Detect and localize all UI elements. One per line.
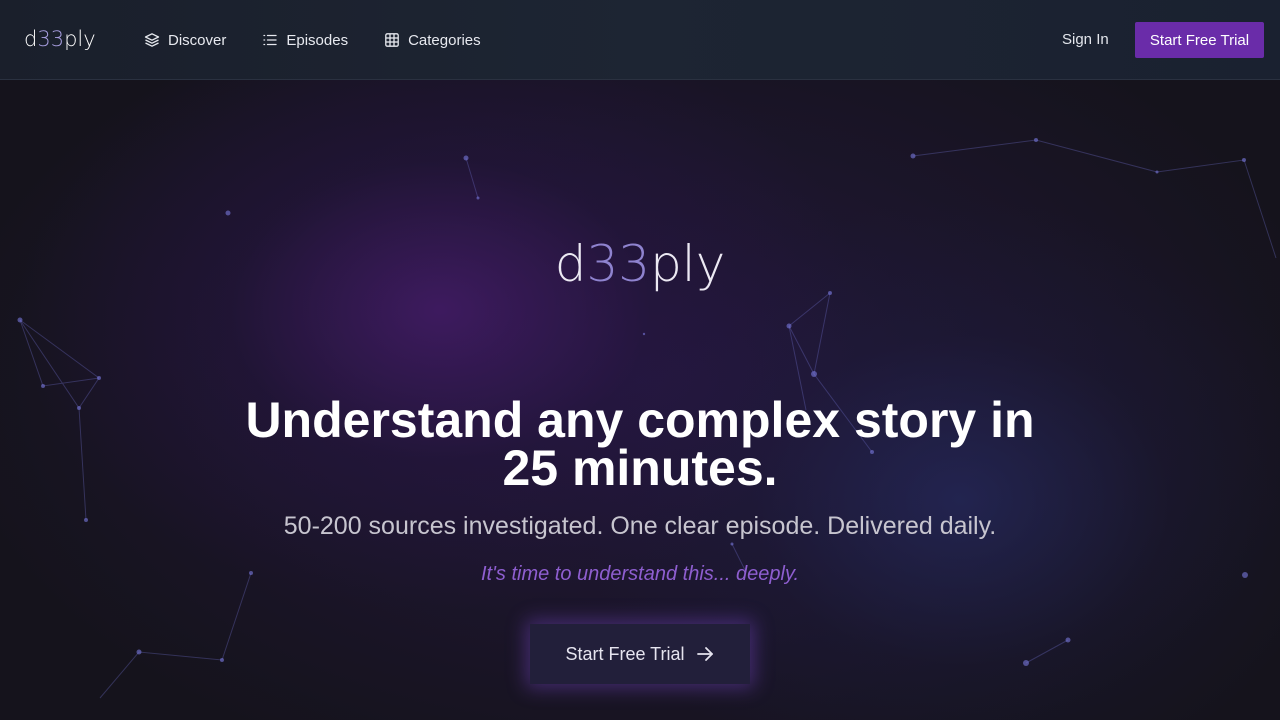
headline-line-1: Understand any complex story in (245, 392, 1035, 448)
nav-item-categories[interactable]: Categories (384, 32, 481, 49)
logo-prefix: d (24, 27, 38, 51)
headline-line-2: 25 minutes. (502, 440, 778, 496)
nav-label-discover: Discover (168, 31, 227, 49)
header-logo[interactable]: d33ply (24, 27, 96, 51)
hero-headline: Understand any complex story in 25 minut… (0, 392, 1280, 496)
hero-logo-accent: 33 (586, 235, 651, 293)
cta-label: Start Free Trial (565, 643, 685, 664)
layers-icon (144, 33, 160, 47)
hero-section: d33ply Understand any complex story in 2… (0, 80, 1280, 720)
nav-label-categories: Categories (408, 31, 481, 49)
hero-logo: d33ply (0, 235, 1280, 293)
main-nav: Discover Episodes Categories (144, 0, 481, 80)
nav-item-discover[interactable]: Discover (144, 32, 226, 49)
grid-icon (385, 33, 399, 47)
logo-accent: 33 (37, 27, 65, 51)
sign-in-link[interactable]: Sign In (1062, 31, 1109, 48)
logo-suffix: ply (64, 27, 96, 51)
hero-start-free-trial-button[interactable]: Start Free Trial (530, 624, 750, 684)
start-free-trial-button[interactable]: Start Free Trial (1135, 22, 1264, 58)
hero-logo-suffix: ply (650, 235, 726, 293)
nav-item-episodes[interactable]: Episodes (262, 32, 348, 49)
top-navbar: d33ply Discover Episodes Categories Sign… (0, 0, 1280, 80)
arrow-right-icon (696, 647, 713, 661)
hero-tagline: It's time to understand this... deeply. (480, 563, 800, 585)
hero-subheadline: 50-200 sources investigated. One clear e… (283, 512, 997, 540)
nav-label-episodes: Episodes (286, 31, 349, 49)
list-icon (263, 34, 278, 46)
hero-logo-prefix: d (554, 235, 587, 293)
